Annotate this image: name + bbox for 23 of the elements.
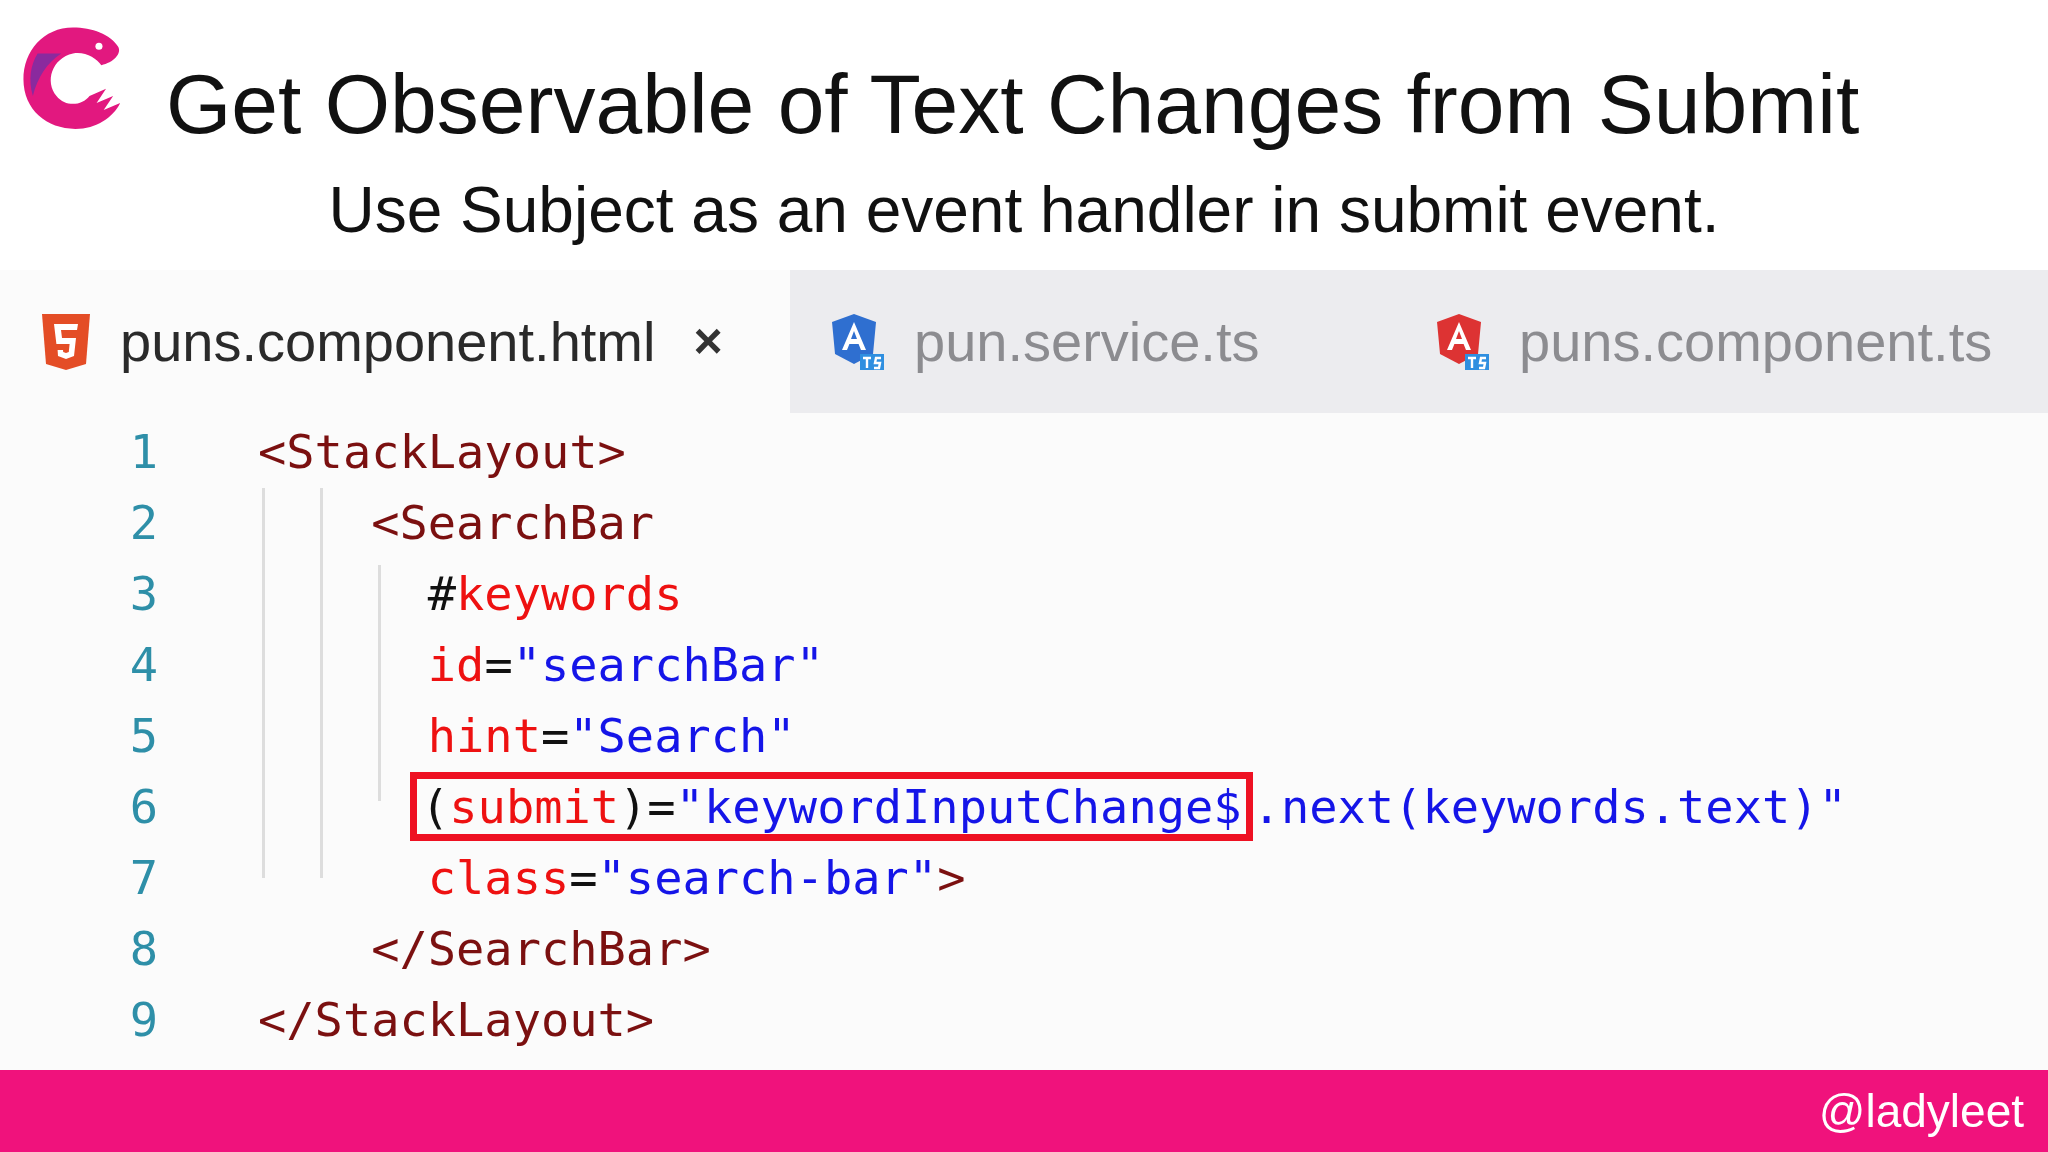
line-number: 4 (128, 636, 158, 695)
line-number: 7 (128, 849, 158, 908)
code-line: hint="Search" (426, 707, 797, 766)
code-line: <StackLayout> (257, 423, 627, 482)
code-line: class="search-bar"> (426, 849, 967, 908)
line-number: 9 (128, 991, 158, 1050)
line-number: 2 (128, 494, 158, 553)
code-line: #keywords (426, 565, 684, 624)
code-line: <SearchBar (370, 494, 656, 553)
file-tab[interactable]: puns.component.html × (0, 270, 790, 413)
code-line: id="searchBar" (426, 636, 825, 695)
line-number: 6 (128, 778, 158, 837)
angular-ts-icon (1435, 311, 1491, 372)
code-line: </StackLayout> (257, 991, 656, 1050)
line-number: 3 (128, 565, 158, 624)
code-line: </SearchBar> (370, 920, 712, 979)
line-number: 1 (128, 423, 158, 482)
line-number: 8 (128, 920, 158, 979)
line-number: 5 (128, 707, 158, 766)
close-icon[interactable]: × (693, 304, 723, 379)
html5-icon (40, 311, 92, 372)
author-handle: @ladyleet (1818, 1083, 2024, 1139)
angular-ts-icon (830, 311, 886, 372)
